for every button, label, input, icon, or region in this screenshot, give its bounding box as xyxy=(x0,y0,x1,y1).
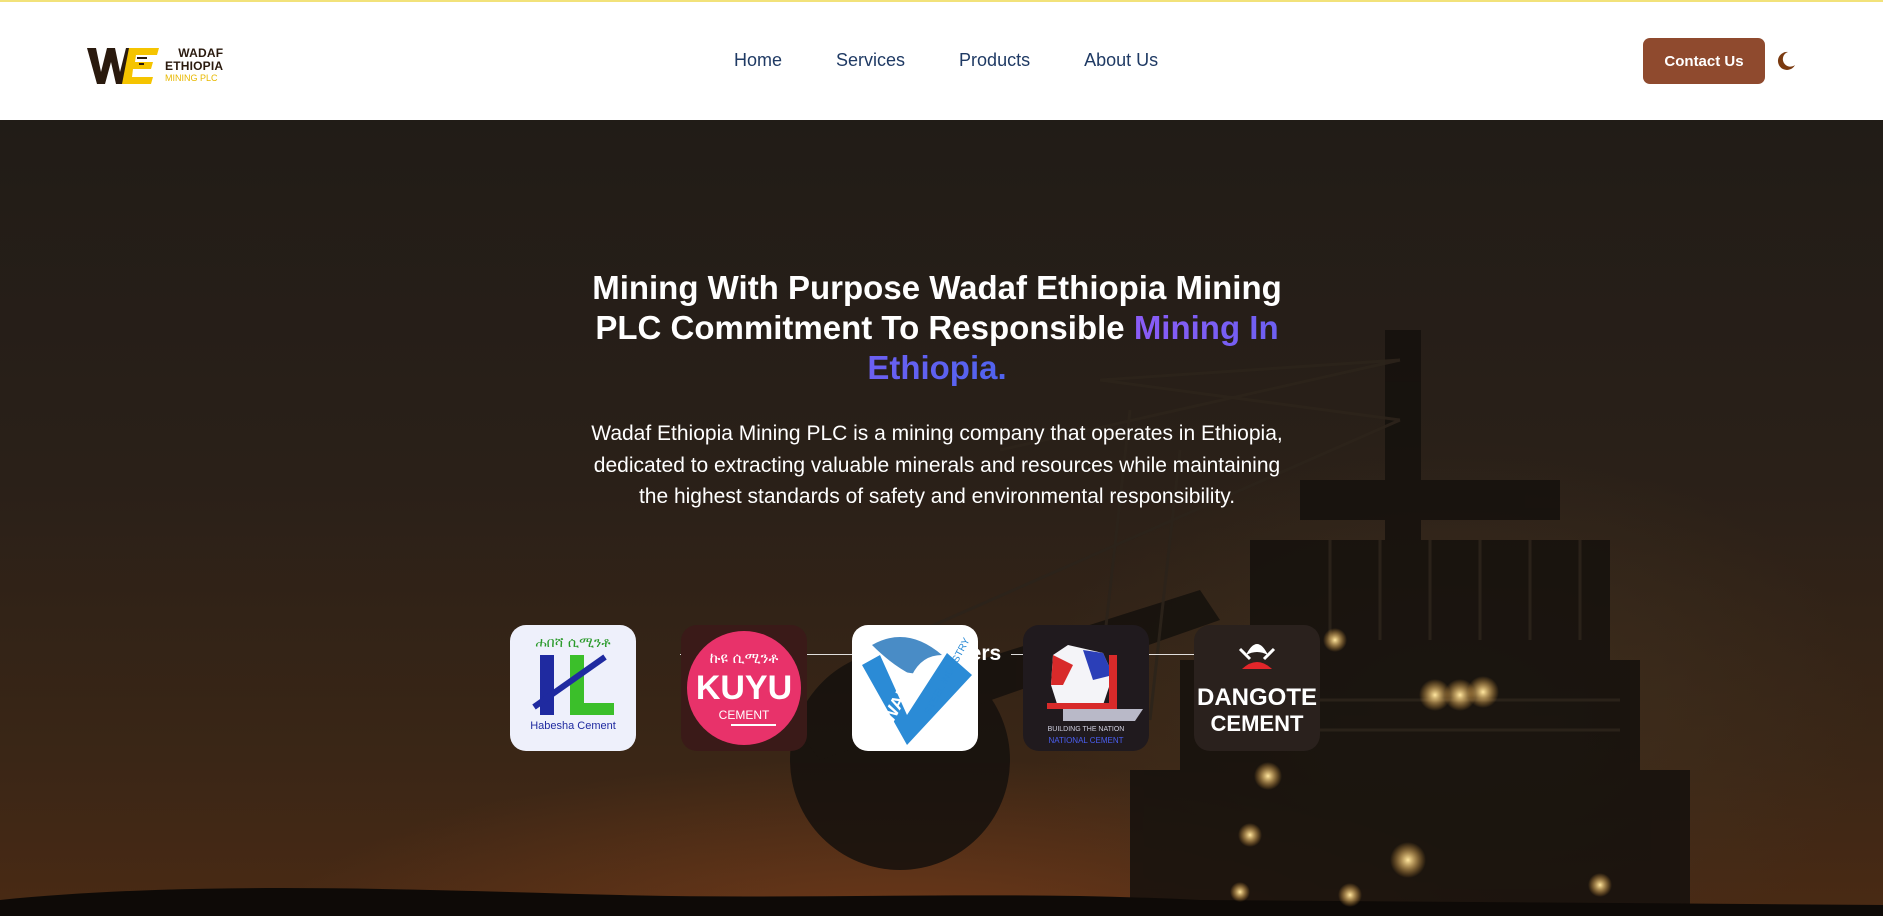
main-nav: Home Services Products About Us xyxy=(734,50,1158,71)
partner-kuyu-cement[interactable]: ኩዩ ሲሚንቶ KUYU CEMENT xyxy=(681,625,807,751)
logo-mark-icon xyxy=(87,48,159,84)
partner-walia-steel[interactable]: WALIA STEEL INDUSTRY xyxy=(852,625,978,751)
logo-text-line1: WADAF xyxy=(178,46,224,60)
habesha-name: Habesha Cement xyxy=(530,720,616,732)
national-name: NATIONAL CEMENT xyxy=(1048,736,1123,745)
moon-icon[interactable] xyxy=(1775,50,1797,72)
national-cement-logo: BUILDING THE NATION NATIONAL CEMENT xyxy=(1023,625,1149,751)
hero-description: Wadaf Ethiopia Mining PLC is a mining co… xyxy=(591,422,1283,508)
site-header: WADAF ETHIOPIA MINING PLC Home Services … xyxy=(0,2,1883,120)
dangote-name: DANGOTE xyxy=(1197,684,1317,711)
partner-national-cement[interactable]: BUILDING THE NATION NATIONAL CEMENT xyxy=(1023,625,1149,751)
nav-services[interactable]: Services xyxy=(836,50,905,71)
nav-products[interactable]: Products xyxy=(959,50,1030,71)
partner-habesha-cement[interactable]: ሐበሻ ሲሚንቶ Habesha Cement xyxy=(510,625,636,751)
dangote-sub: CEMENT xyxy=(1211,711,1304,736)
national-slogan: BUILDING THE NATION xyxy=(1048,726,1125,733)
contact-us-button[interactable]: Contact Us xyxy=(1643,38,1765,84)
kuyu-amharic: ኩዩ ሲሚንቶ xyxy=(710,649,779,667)
nav-about-us[interactable]: About Us xyxy=(1084,50,1158,71)
mining-excavator-background-image xyxy=(0,330,1883,916)
habesha-amharic: ሐበሻ ሲሚንቶ xyxy=(535,635,611,651)
kuyu-cement-logo: ኩዩ ሲሚንቶ KUYU CEMENT xyxy=(681,625,807,751)
habesha-cement-logo: ሐበሻ ሲሚንቶ Habesha Cement xyxy=(510,625,636,751)
dangote-cement-logo: DANGOTE CEMENT xyxy=(1194,625,1320,751)
nav-home[interactable]: Home xyxy=(734,50,782,71)
partner-dangote-cement[interactable]: DANGOTE CEMENT xyxy=(1194,625,1320,751)
hero-section: Mining With Purpose Wadaf Ethiopia Minin… xyxy=(0,120,1883,916)
logo-text-line2: ETHIOPIA xyxy=(165,59,224,73)
kuyu-sub: CEMENT xyxy=(719,708,770,722)
kuyu-name: KUYU xyxy=(696,669,792,707)
site-logo[interactable]: WADAF ETHIOPIA MINING PLC xyxy=(87,42,237,88)
hero-headline: Mining With Purpose Wadaf Ethiopia Minin… xyxy=(560,268,1314,388)
walia-steel-logo: WALIA STEEL INDUSTRY xyxy=(852,625,978,751)
logo-text-line3: MINING PLC xyxy=(165,73,218,83)
